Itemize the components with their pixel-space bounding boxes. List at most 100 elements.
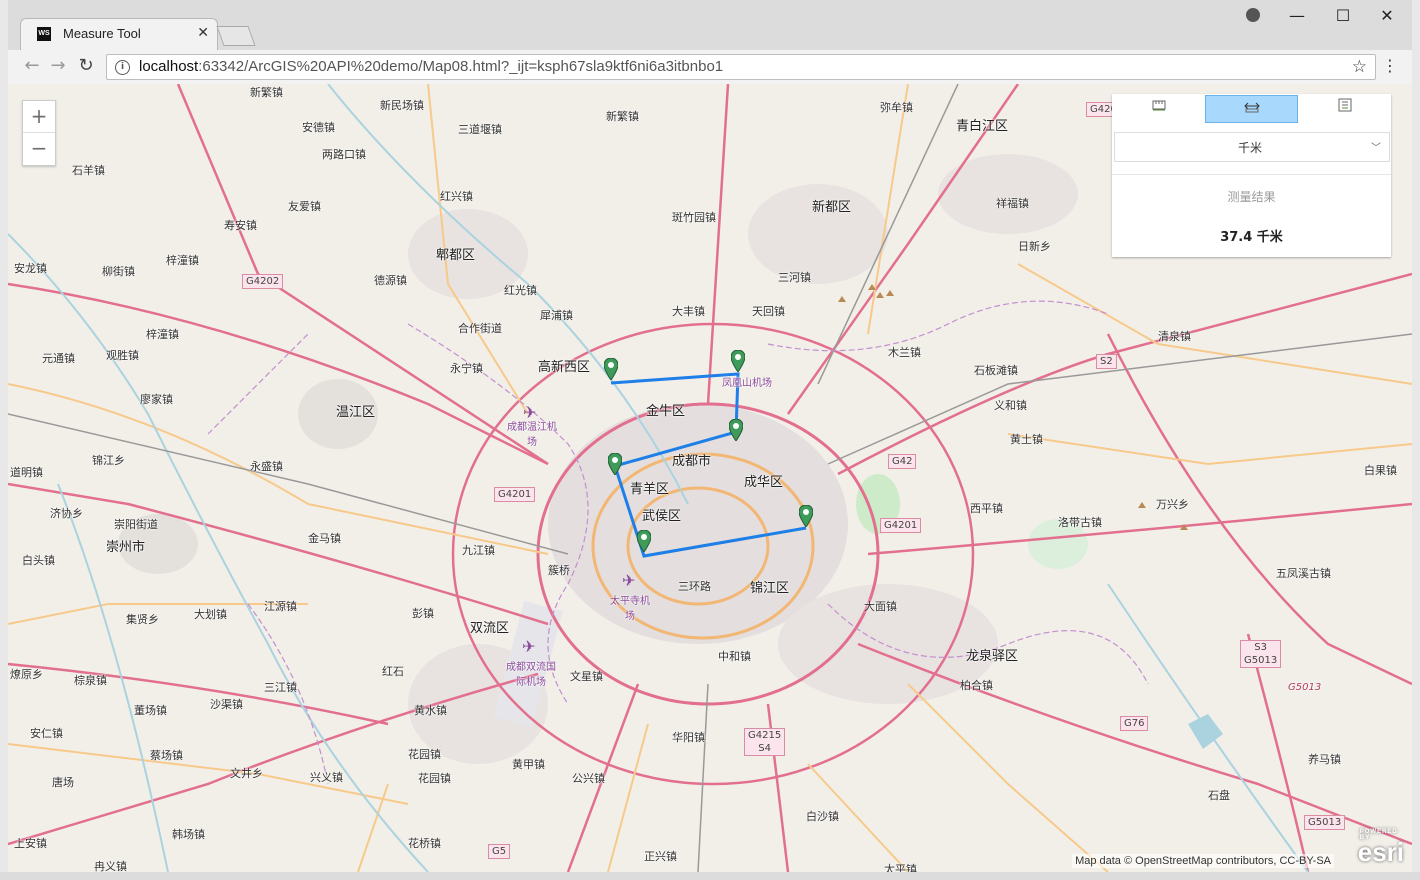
airport-label: 凤凰山机场 (722, 378, 772, 389)
place-label: 花园镇 (418, 772, 451, 785)
place-label: 新都区 (812, 200, 852, 215)
place-label: 江源镇 (264, 600, 297, 613)
right-window-edge (1412, 0, 1420, 880)
map-marker-icon[interactable] (637, 530, 651, 552)
area-measure-icon[interactable] (1112, 95, 1205, 123)
map-marker-icon[interactable] (729, 419, 743, 441)
place-label: 三河镇 (778, 271, 811, 284)
place-label: 韩场镇 (172, 828, 205, 841)
close-window-icon[interactable]: ✕ (1364, 6, 1410, 25)
map-marker-icon[interactable] (731, 350, 745, 372)
map-attribution: Map data © OpenStreetMap contributors, C… (1072, 854, 1334, 868)
browser-toolbar: ← → ↻ i localhost:63342/ArcGIS%20API%20d… (8, 50, 1412, 85)
place-label: 济协乡 (50, 507, 83, 520)
new-tab-button[interactable] (216, 26, 256, 46)
road-shield: G4215 S4 (744, 728, 786, 756)
place-label: 白头镇 (22, 554, 55, 567)
zoom-control: + − (22, 100, 56, 166)
esri-logo[interactable]: POWERED BY esri (1358, 829, 1404, 868)
unit-select[interactable]: 千米 ﹀ (1114, 132, 1390, 162)
place-label: 金牛区 (646, 404, 686, 419)
svg-text:✈: ✈ (522, 637, 535, 656)
zoom-in-button[interactable]: + (23, 101, 55, 133)
url-text: localhost:63342/ArcGIS%20API%20demo/Map0… (139, 58, 724, 75)
place-label: 合作街道 (458, 322, 502, 335)
place-label: 双流区 (470, 621, 510, 636)
place-label: 天回镇 (752, 305, 785, 318)
map-marker-icon[interactable] (608, 453, 622, 475)
place-label: 青白江区 (956, 119, 1009, 134)
measure-result-value: 37.4 千米 (1220, 230, 1283, 245)
place-label: 石羊镇 (72, 164, 105, 177)
place-label: 蔡场镇 (150, 749, 183, 762)
road-shield: S2 (1096, 354, 1117, 369)
place-label: 龙泉驿区 (966, 649, 1019, 664)
place-label: 花园镇 (408, 748, 441, 761)
road-label: G5013 (1288, 682, 1322, 693)
close-tab-icon[interactable]: ✕ (197, 25, 209, 41)
bookmark-star-icon[interactable]: ☆ (1352, 57, 1367, 77)
place-label: 郫都区 (436, 248, 476, 263)
place-label: 红石 (382, 665, 404, 678)
place-label: 新民场镇 (380, 99, 424, 112)
place-label: 上安镇 (14, 837, 47, 850)
place-label: 三环路 (678, 580, 711, 593)
reload-icon[interactable]: ↻ (74, 55, 98, 76)
place-label: 寿安镇 (224, 219, 257, 232)
minimize-icon[interactable]: — (1274, 6, 1320, 25)
place-label: 成华区 (744, 475, 784, 490)
address-bar[interactable]: i localhost:63342/ArcGIS%20API%20demo/Ma… (106, 54, 1376, 80)
place-label: 安龙镇 (14, 262, 47, 275)
map-view[interactable]: ✈ ✈ ✈ 新繁镇 新民场镇 新繁镇 三道堰镇 安德镇 两路口镇 石羊镇 红兴镇… (8, 84, 1412, 872)
tab-title: Measure Tool (63, 26, 141, 41)
place-label: 冉义镇 (94, 860, 127, 872)
place-label: 新繁镇 (250, 86, 283, 99)
map-marker-icon[interactable] (799, 505, 813, 527)
place-label: 弥牟镇 (880, 101, 913, 114)
map-marker-icon[interactable] (604, 358, 618, 380)
place-label: 金马镇 (308, 532, 341, 545)
airport-label: 成都双流国际机场 (506, 662, 556, 688)
location-measure-icon[interactable] (1298, 95, 1391, 123)
place-label: 黄水镇 (414, 704, 447, 717)
place-label: 棕泉镇 (74, 674, 107, 687)
place-label: 永宁镇 (450, 362, 483, 375)
place-label: 文井乡 (230, 767, 263, 780)
place-label: 锦江区 (750, 581, 790, 596)
back-icon[interactable]: ← (20, 55, 44, 76)
place-label: 梓潼镇 (146, 328, 179, 341)
place-label: 董场镇 (134, 704, 167, 717)
road-shield: G5 (488, 844, 511, 859)
place-label: 正兴镇 (644, 850, 677, 863)
place-label: 木兰镇 (888, 346, 921, 359)
menu-icon[interactable]: ⋮ (1382, 56, 1398, 75)
place-label: 高新西区 (538, 360, 591, 375)
browser-chrome: WS Measure Tool ✕ — ☐ ✕ ← → ↻ i localhos… (8, 0, 1412, 85)
place-label: 五凤溪古镇 (1276, 567, 1331, 580)
profile-icon[interactable] (1246, 8, 1260, 22)
place-label: 元通镇 (42, 352, 75, 365)
place-label: 德源镇 (374, 274, 407, 287)
place-label: 彭镇 (412, 607, 434, 620)
place-label: 两路口镇 (322, 148, 366, 161)
webstorm-icon: WS (37, 27, 51, 41)
road-shield: G4201 (494, 487, 536, 502)
place-label: 红光镇 (504, 284, 537, 297)
maximize-icon[interactable]: ☐ (1320, 6, 1366, 25)
place-label: 白果镇 (1364, 464, 1397, 477)
zoom-out-button[interactable]: − (23, 133, 55, 164)
road-shield: G5013 (1304, 815, 1346, 830)
road-shield: G4202 (242, 274, 284, 289)
place-label: 华阳镇 (672, 731, 705, 744)
browser-tab[interactable]: WS Measure Tool ✕ (20, 18, 218, 50)
info-icon[interactable]: i (115, 60, 130, 75)
place-label: 廖家镇 (140, 393, 173, 406)
measure-tool-tabs (1112, 94, 1391, 124)
place-label: 黄土镇 (1010, 433, 1043, 446)
unit-value: 千米 (1237, 141, 1262, 155)
place-label: 万兴乡 (1156, 498, 1189, 511)
distance-measure-icon[interactable] (1205, 95, 1298, 123)
place-label: 新繁镇 (606, 110, 639, 123)
airport-label: 太平寺机场 (610, 596, 650, 622)
forward-icon[interactable]: → (46, 55, 70, 76)
